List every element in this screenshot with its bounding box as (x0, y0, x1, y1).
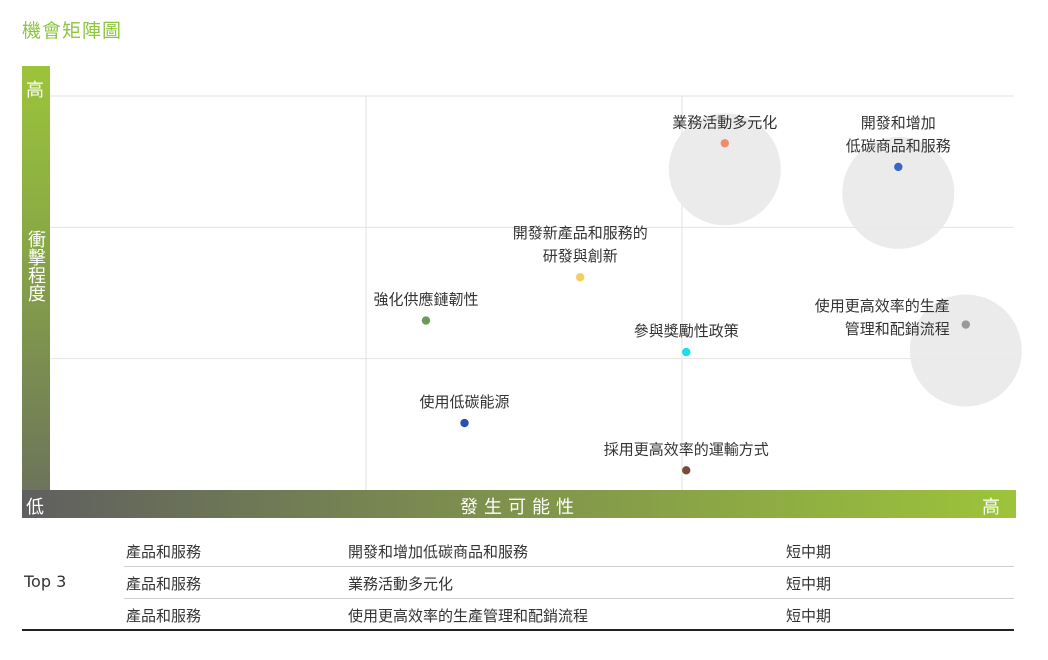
data-point-label: 管理和配銷流程 (845, 320, 950, 338)
data-point (682, 347, 691, 357)
table-cell-term: 短中期 (786, 543, 832, 561)
data-point-label: 業務活動多元化 (672, 113, 777, 131)
highlight-layer (668, 113, 1022, 407)
table-cell-item: 使用更高效率的生產管理和配銷流程 (348, 607, 589, 625)
data-point (720, 139, 729, 148)
data-point (682, 466, 691, 475)
data-point-label: 參與獎勵性政策 (634, 322, 739, 340)
data-point (576, 273, 585, 282)
table-cell-item: 業務活動多元化 (348, 575, 454, 593)
table-bottom-rule (22, 629, 1014, 631)
data-point-label: 使用低碳能源 (420, 393, 510, 411)
opportunity-matrix-chart: 業務活動多元化 開發和增加低碳商品和服務開發新產品和服務的研發與創新強化供應鏈韌性… (50, 95, 1022, 490)
data-point-label: 採用更高效率的運輸方式 (604, 440, 769, 458)
table-cell-category: 產品和服務 (126, 575, 202, 593)
table-cell-category: 產品和服務 (126, 607, 202, 625)
table-row: 產品和服務 使用更高效率的生產管理和配銷流程 短中期 (124, 598, 1014, 630)
data-point-label: 研發與創新 (543, 247, 618, 265)
data-point (460, 418, 469, 428)
table-cell-category: 產品和服務 (126, 543, 202, 561)
data-point (421, 316, 431, 325)
data-point-label: 開發新產品和服務的 (513, 224, 648, 242)
table-cell-term: 短中期 (786, 575, 832, 593)
data-point-label: 開發和增加 (861, 114, 936, 132)
table-row: 產品和服務 開發和增加低碳商品和服務 短中期 (124, 534, 1014, 567)
table-cell-term: 短中期 (786, 607, 832, 625)
top3-label: Top 3 (24, 572, 67, 591)
data-point (894, 162, 903, 172)
data-point (961, 320, 970, 329)
table-row: 產品和服務 業務活動多元化 短中期 (124, 566, 1014, 599)
data-point-label: 低碳商品和服務 (846, 137, 951, 155)
data-point-label: 強化供應鏈韌性 (373, 291, 478, 309)
data-point-label: 使用更高效率的生產 (815, 297, 950, 315)
table-cell-item: 開發和增加低碳商品和服務 (348, 543, 529, 561)
